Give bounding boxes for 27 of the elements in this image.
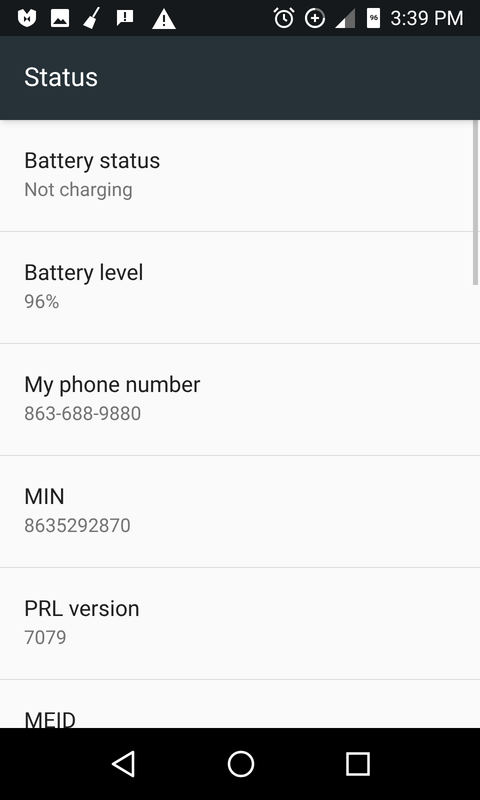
home-icon[interactable] [226, 750, 255, 778]
screen-title: Status [24, 62, 98, 94]
clock-time: 3:39 PM [390, 5, 464, 32]
item-summary: Not charging [24, 177, 134, 203]
item-title: MIN [24, 484, 66, 512]
data-saver-icon [305, 8, 326, 28]
list-item[interactable]: PRL version 7079 [0, 568, 480, 680]
item-title: MEID [24, 708, 78, 728]
alarm-clock-icon [273, 7, 296, 29]
item-summary: 96% [24, 289, 60, 315]
signal-icon [335, 8, 356, 28]
broom-icon [82, 7, 102, 29]
item-title: My phone number [24, 372, 202, 400]
back-icon[interactable] [110, 750, 136, 778]
item-title: Battery level [24, 260, 145, 288]
item-title: Battery status [24, 148, 162, 176]
item-summary: 7079 [24, 625, 68, 651]
recents-icon[interactable] [346, 752, 370, 776]
shield-logo-icon [16, 9, 38, 27]
item-summary: 8635292870 [24, 513, 132, 539]
item-title: PRL version [24, 596, 141, 624]
warning-icon [152, 8, 176, 28]
image-icon [50, 8, 70, 28]
list-item[interactable]: My phone number 863-688-9880 [0, 344, 480, 456]
list-item[interactable]: MIN 8635292870 [0, 456, 480, 568]
item-summary: 863-688-9880 [24, 401, 142, 427]
alert-message-icon [116, 9, 134, 27]
